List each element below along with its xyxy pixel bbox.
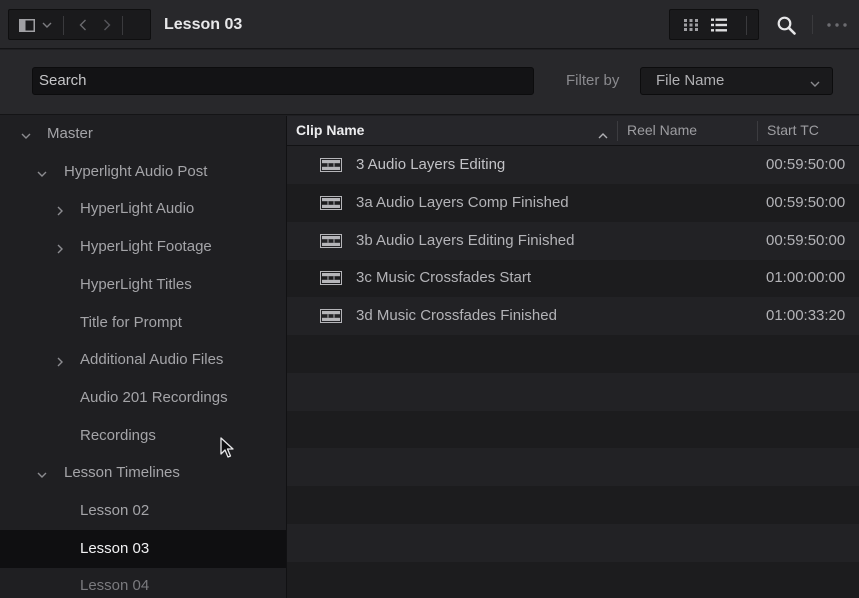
bin-item-label: Lesson 04: [80, 577, 150, 595]
bin-item[interactable]: HyperLight Audio: [0, 190, 286, 228]
toolbar-separator: [122, 16, 123, 35]
bin-item[interactable]: Master: [0, 116, 286, 153]
media-pool-window: Lesson 03 Search Filter by File Name Mas…: [0, 0, 859, 598]
search-icon[interactable]: [774, 13, 798, 37]
chevron-right-icon[interactable]: [55, 354, 65, 371]
empty-row: [287, 524, 859, 562]
bin-item[interactable]: Lesson 02: [0, 492, 286, 530]
search-bar-row: Search Filter by File Name: [0, 50, 859, 115]
clip-name: 3 Audio Layers Editing: [356, 156, 506, 173]
clip-list: Clip Name Reel Name Start TC 3 Audio Lay…: [287, 116, 859, 598]
bin-item-label: Audio 201 Recordings: [80, 388, 228, 406]
sidebar-toggle-icon[interactable]: [17, 16, 37, 34]
clip-name: 3c Music Crossfades Start: [356, 269, 532, 287]
column-divider[interactable]: [757, 121, 758, 141]
column-header-reel-name[interactable]: Reel Name: [627, 116, 697, 145]
chevron-right-icon[interactable]: [55, 203, 65, 220]
clip-start-tc: 01:00:00:00: [766, 269, 846, 287]
empty-row: [287, 411, 859, 449]
bin-item[interactable]: Recordings: [0, 417, 286, 455]
bin-item[interactable]: Lesson Timelines: [0, 454, 286, 492]
clip-start-tc: 01:00:33:20: [766, 307, 846, 325]
list-view-icon[interactable]: [710, 16, 728, 34]
clip-start-tc: 00:59:50:00: [766, 193, 846, 211]
bin-item-label: Recordings: [80, 426, 156, 444]
bin-item[interactable]: HyperLight Footage: [0, 228, 286, 266]
bin-item-label: Master: [47, 125, 93, 142]
empty-row: [287, 562, 859, 598]
clip-row[interactable]: 3c Music Crossfades Start 01:00:00:00: [287, 259, 859, 297]
empty-row: [287, 486, 859, 524]
filter-dropdown[interactable]: File Name: [640, 67, 833, 95]
filter-dropdown-value: File Name: [656, 72, 725, 89]
forward-icon[interactable]: [100, 18, 114, 32]
toolbar: Lesson 03: [0, 0, 859, 49]
more-icon[interactable]: [822, 16, 852, 34]
clip-start-tc: 00:59:50:00: [766, 156, 846, 173]
bin-item-label: Title for Prompt: [80, 313, 182, 331]
bin-item-label: HyperLight Titles: [80, 275, 192, 293]
thumbnail-view-icon[interactable]: [683, 17, 699, 33]
chevron-right-icon[interactable]: [55, 241, 65, 258]
clip-list-header: Clip Name Reel Name Start TC: [287, 116, 859, 146]
bin-item[interactable]: HyperLight Titles: [0, 266, 286, 304]
chevron-down-icon: [810, 75, 820, 92]
bin-item-label: HyperLight Footage: [80, 238, 212, 256]
timeline-icon: [320, 309, 342, 327]
bin-item-label: Lesson 03: [80, 539, 150, 557]
timeline-icon: [320, 233, 342, 252]
clip-row[interactable]: 3d Music Crossfades Finished 01:00:33:20: [287, 297, 859, 336]
chevron-down-icon[interactable]: [21, 128, 31, 145]
bin-item-label: Additional Audio Files: [80, 351, 224, 369]
clip-row[interactable]: 3b Audio Layers Editing Finished 00:59:50…: [287, 221, 859, 260]
toolbar-separator: [812, 15, 813, 34]
toolbar-separator: [63, 16, 64, 35]
bin-title: Lesson 03: [164, 16, 243, 33]
bin-sidebar: Master Hyperlight Audio Post HyperLight Au…: [0, 116, 287, 598]
bin-item-label: HyperLight Audio: [80, 200, 195, 218]
chevron-down-icon[interactable]: [40, 18, 54, 32]
bin-item[interactable]: Lesson 03: [0, 529, 286, 568]
bin-item-label: Lesson 02: [80, 502, 150, 519]
empty-row: [287, 448, 859, 487]
bin-item[interactable]: Title for Prompt: [0, 304, 286, 342]
toolbar-separator: [746, 16, 747, 35]
bin-item[interactable]: Additional Audio Files: [0, 341, 286, 379]
bin-item-label: Hyperlight Audio Post: [64, 162, 208, 180]
clip-name: 3d Music Crossfades Finished: [356, 307, 557, 325]
empty-row: [287, 372, 859, 411]
column-header-start-tc[interactable]: Start TC: [767, 116, 819, 145]
empty-row: [287, 335, 859, 373]
clip-name: 3a Audio Layers Comp Finished: [356, 193, 569, 211]
timeline-icon: [320, 158, 342, 176]
bin-item[interactable]: Lesson 04: [0, 567, 286, 598]
clip-row[interactable]: 3 Audio Layers Editing 00:59:50:00: [287, 146, 859, 184]
bin-item[interactable]: Hyperlight Audio Post: [0, 153, 286, 191]
timeline-icon: [320, 195, 342, 214]
chevron-down-icon[interactable]: [37, 166, 47, 183]
column-divider[interactable]: [617, 121, 618, 141]
bin-item[interactable]: Audio 201 Recordings: [0, 379, 286, 417]
column-header-clip-name[interactable]: Clip Name: [296, 116, 364, 145]
bin-item-label: Lesson Timelines: [64, 464, 180, 482]
chevron-down-icon[interactable]: [37, 467, 47, 484]
view-mode-group: [669, 9, 759, 40]
sort-ascending-icon[interactable]: [598, 126, 608, 143]
clip-row[interactable]: 3a Audio Layers Comp Finished 00:59:50:00: [287, 184, 859, 222]
filter-by-label: Filter by: [566, 72, 620, 89]
timeline-icon: [320, 271, 342, 289]
search-input[interactable]: Search: [32, 67, 534, 95]
mouse-cursor-icon: [220, 437, 236, 463]
nav-button-group: [8, 9, 151, 40]
clip-start-tc: 00:59:50:00: [766, 231, 846, 249]
back-icon[interactable]: [76, 18, 90, 32]
clip-name: 3b Audio Layers Editing Finished: [356, 231, 575, 249]
